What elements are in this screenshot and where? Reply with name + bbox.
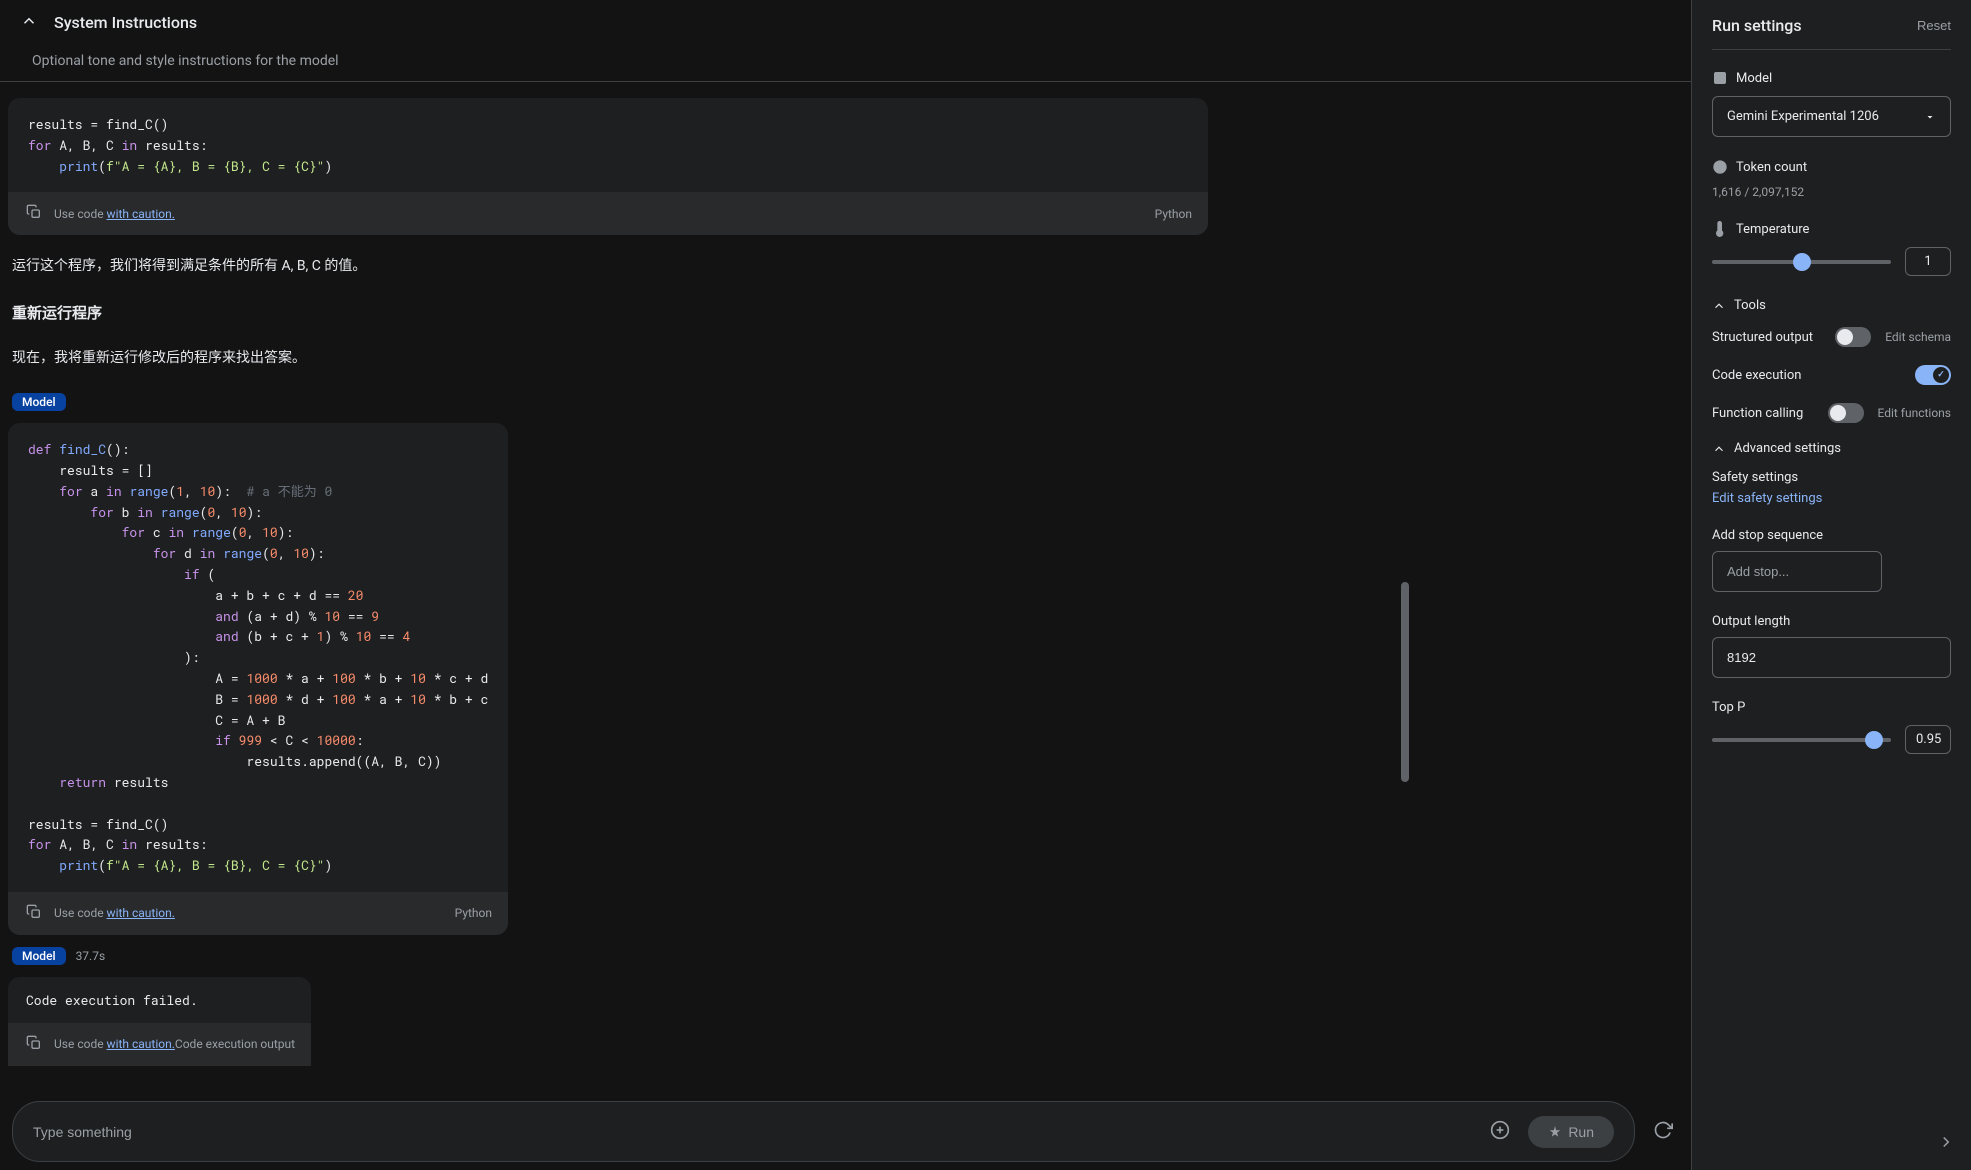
temperature-slider[interactable] [1712,260,1891,264]
system-instructions-input[interactable]: Optional tone and style instructions for… [0,45,1691,82]
reset-button[interactable]: Reset [1917,18,1951,33]
code-caution-text: Use code with caution. [54,207,175,221]
caution-link[interactable]: with caution. [107,906,175,920]
token-count-label: Token count [1736,160,1807,175]
code-footer: Use code with caution. Python [8,192,1208,235]
chevron-up-icon [1712,442,1726,456]
code-block: def find_C(): results = [] for a in rang… [8,423,508,935]
code-footer: Use code with caution. Python [8,892,508,935]
temperature-icon [1712,221,1728,237]
advanced-section-toggle[interactable]: Advanced settings [1712,441,1951,456]
execution-failed-text: Code execution failed. [8,977,311,1023]
model-badge: Model [12,393,66,411]
token-icon [1712,159,1728,175]
function-calling-toggle[interactable] [1828,403,1864,423]
output-length-input[interactable] [1712,637,1951,678]
code-caution-text: Use code with caution.Code execution out… [54,1037,295,1051]
chat-content: results = find_C() for A, B, C in result… [0,82,1691,1093]
code-content[interactable]: def find_C(): results = [] for a in rang… [8,423,508,892]
code-caution-text: Use code with caution. [54,906,175,920]
copy-code-button[interactable] [24,1033,44,1056]
copy-code-button[interactable] [24,202,44,225]
run-settings-title: Run settings [1712,16,1802,35]
output-length-label: Output length [1712,614,1951,629]
response-text: 现在，我将重新运行修改后的程序来找出答案。 [8,335,1683,381]
response-timing: 37.7s [76,949,106,963]
edit-functions-link[interactable]: Edit functions [1878,406,1952,420]
code-language-label: Python [455,906,492,920]
code-execution-label: Code execution [1712,368,1801,383]
scrollbar[interactable] [1401,68,1409,1096]
chevron-up-icon [1712,299,1726,313]
code-language-label: Python [1155,207,1192,221]
collapse-sidebar-button[interactable] [1931,1127,1961,1160]
run-button[interactable]: Run [1528,1116,1614,1148]
prompt-input[interactable] [33,1124,1472,1140]
code-footer: Use code with caution.Code execution out… [8,1023,311,1066]
tools-section-toggle[interactable]: Tools [1712,298,1951,313]
run-settings-panel: Run settings Reset Model Gemini Experime… [1691,0,1971,1170]
chevron-down-icon [1924,111,1936,123]
temperature-value[interactable]: 1 [1905,247,1951,276]
copy-code-button[interactable] [24,902,44,925]
response-heading: 重新运行程序 [8,290,1683,335]
top-p-value[interactable]: 0.95 [1905,725,1951,754]
edit-schema-link[interactable]: Edit schema [1885,330,1951,344]
stop-sequence-input[interactable] [1712,551,1882,592]
temperature-label: Temperature [1736,222,1809,237]
caution-link[interactable]: with caution. [107,207,175,221]
model-label: Model [1736,71,1772,86]
response-text: 运行这个程序，我们将得到满足条件的所有 A, B, C 的值。 [8,243,1683,289]
code-execution-toggle[interactable] [1915,365,1951,385]
code-content[interactable]: results = find_C() for A, B, C in result… [8,98,1208,192]
execution-result-block: Code execution failed. Use code with cau… [8,977,311,1066]
structured-output-label: Structured output [1712,330,1813,345]
stop-sequence-label: Add stop sequence [1712,528,1951,543]
add-attachment-button[interactable] [1484,1114,1516,1149]
model-icon [1712,70,1728,86]
structured-output-toggle[interactable] [1835,327,1871,347]
prompt-input-bar: Run [12,1101,1635,1162]
token-count-value: 1,616 / 2,097,152 [1712,185,1951,199]
refresh-button[interactable] [1647,1114,1679,1149]
edit-safety-link[interactable]: Edit safety settings [1712,491,1951,506]
caution-link[interactable]: with caution. [107,1037,175,1051]
safety-settings-label: Safety settings [1712,470,1951,485]
collapse-system-instructions-button[interactable] [16,8,42,37]
function-calling-label: Function calling [1712,406,1803,421]
top-p-label: Top P [1712,700,1951,715]
model-badge: Model [12,947,66,965]
model-select[interactable]: Gemini Experimental 1206 [1712,96,1951,137]
code-block: results = find_C() for A, B, C in result… [8,98,1208,235]
system-instructions-title: System Instructions [54,13,197,32]
top-p-slider[interactable] [1712,738,1891,742]
